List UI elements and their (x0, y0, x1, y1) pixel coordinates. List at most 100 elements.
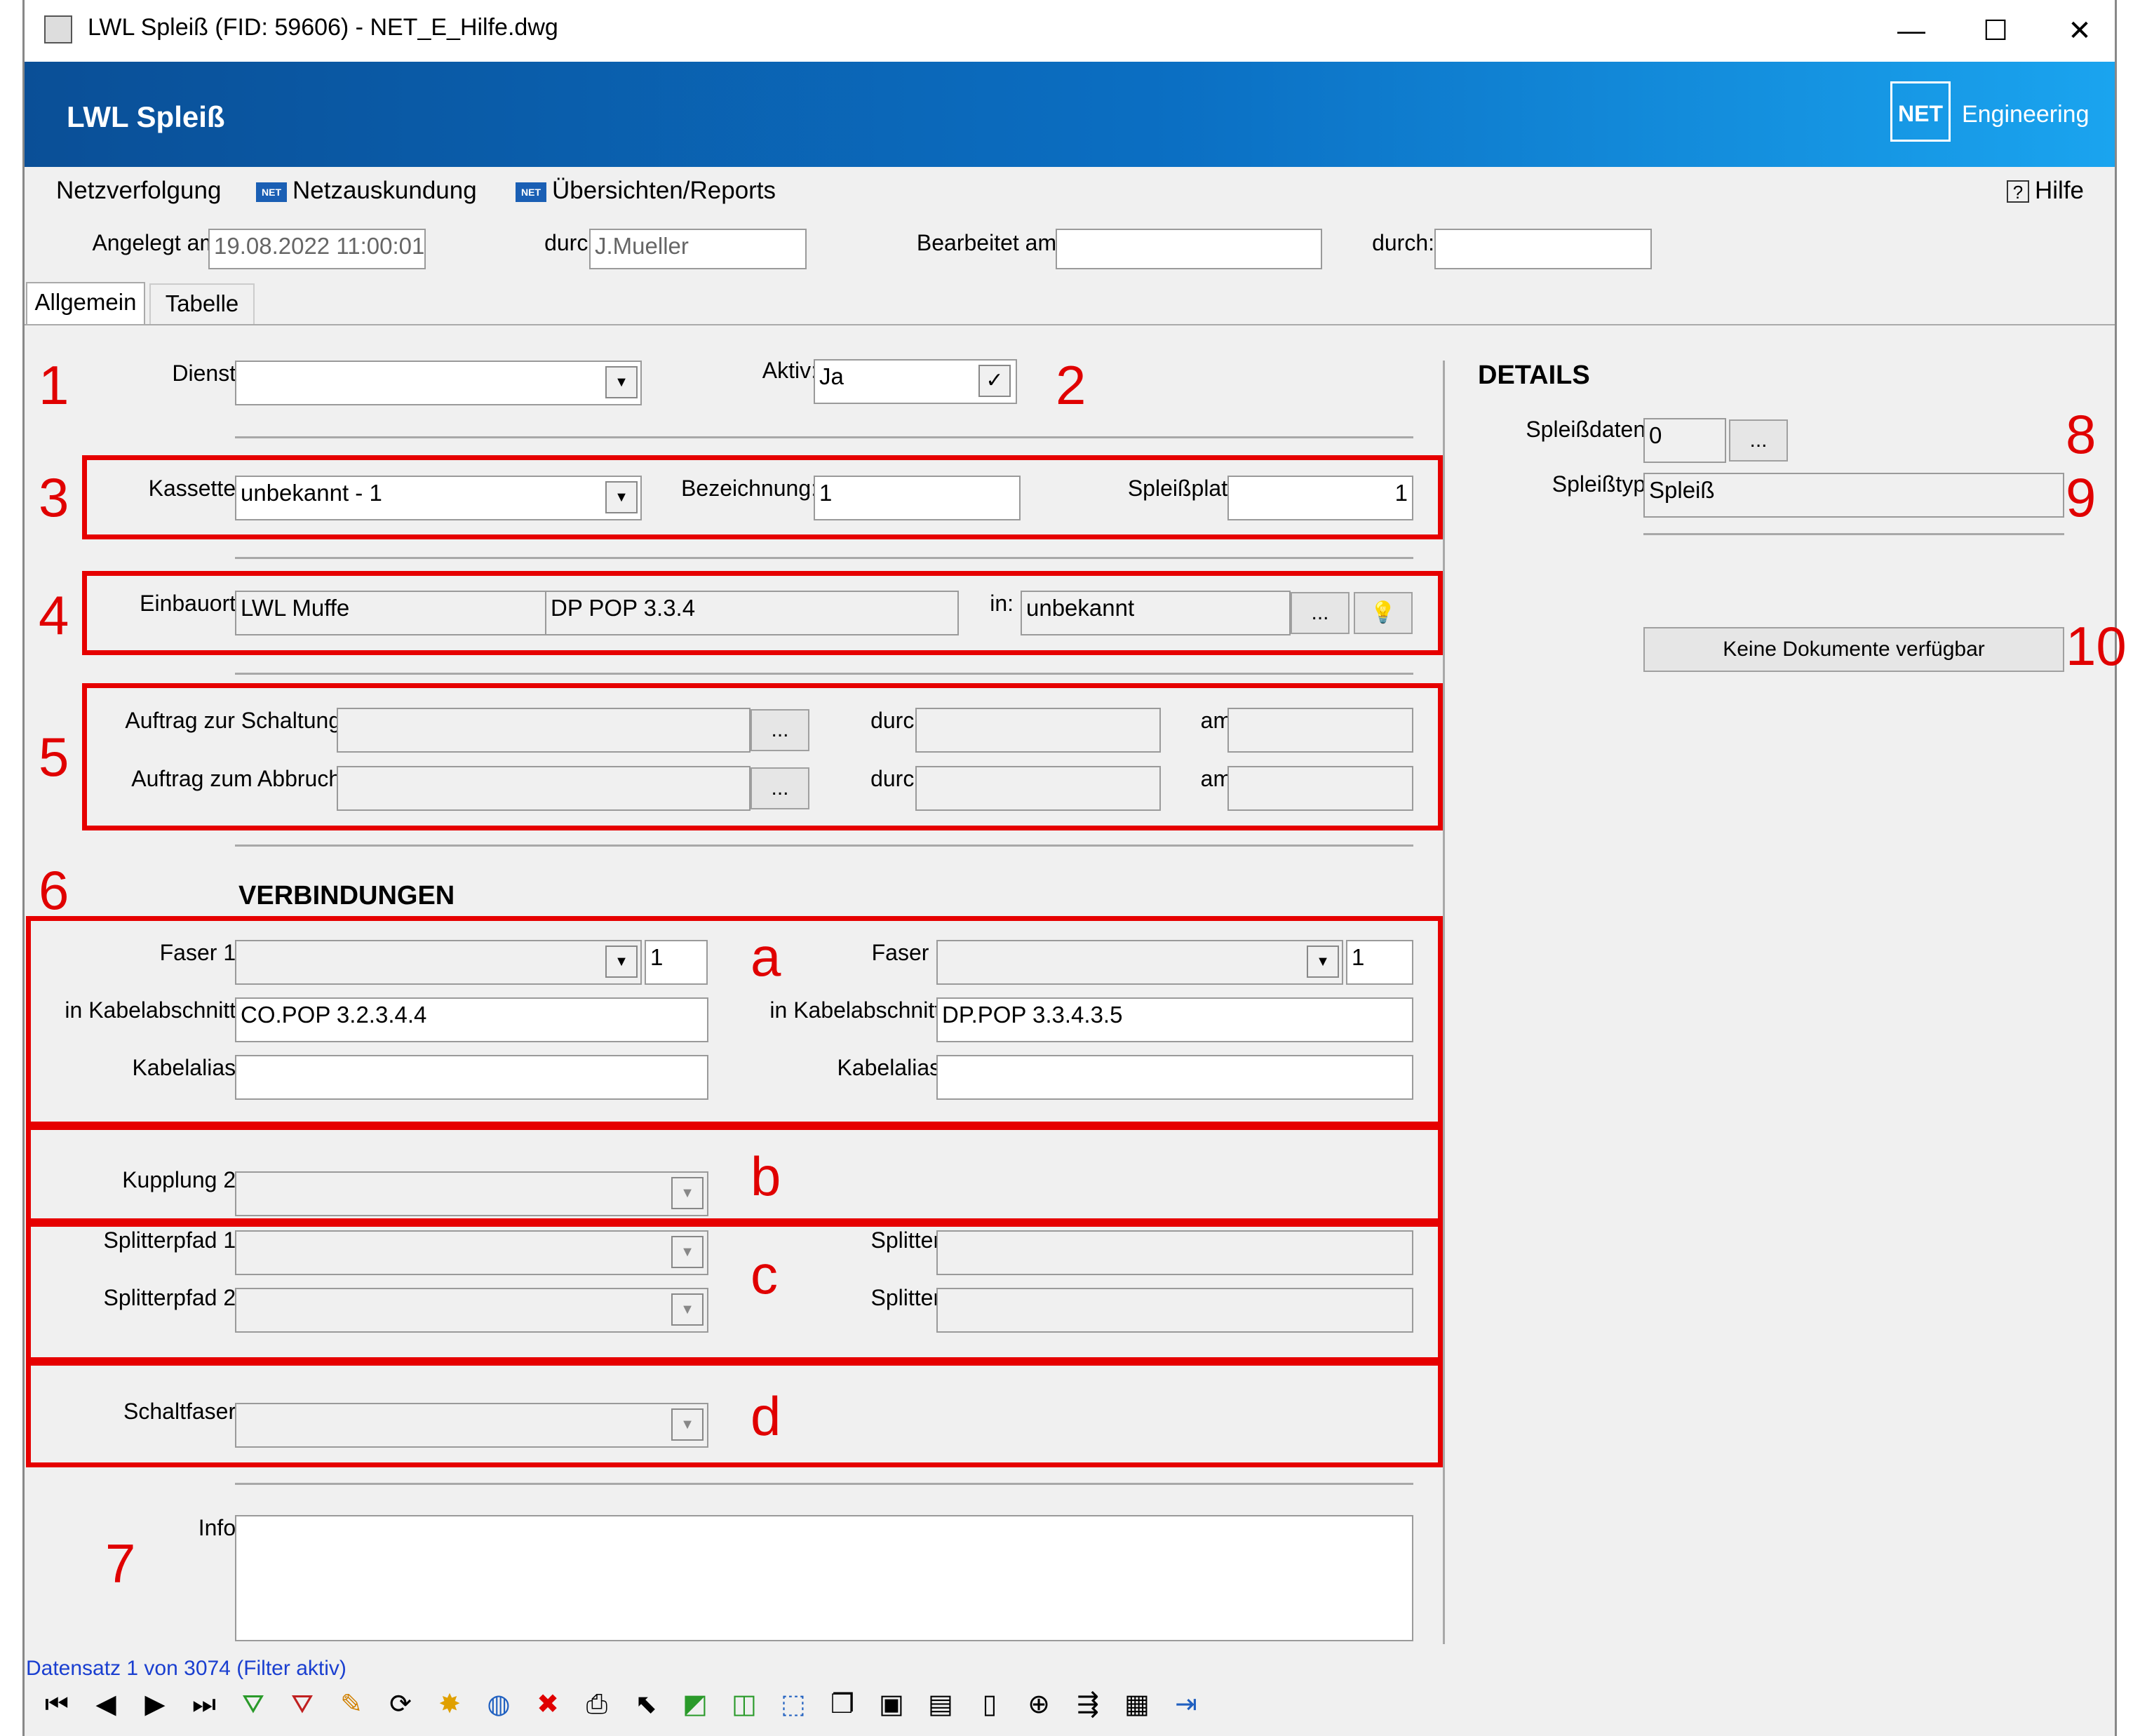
filter-remove-icon[interactable]: ⛛ (284, 1686, 321, 1723)
bezeichnung-field[interactable]: 1 (814, 476, 1021, 520)
details-heading: DETAILS (1478, 361, 1590, 390)
kabelabschnitt1-field[interactable]: CO.POP 3.2.3.4.4 (235, 997, 708, 1042)
tab-tabelle[interactable]: Tabelle (149, 283, 255, 324)
annotation-d: d (751, 1385, 781, 1447)
last-record-icon[interactable]: ⏭ (186, 1686, 222, 1723)
in-field[interactable]: unbekannt (1021, 591, 1291, 635)
spleisstyp-field[interactable]: Spleiß (1643, 473, 2064, 518)
by2-field[interactable] (1434, 229, 1652, 269)
shape3-icon[interactable]: ⬚ (775, 1686, 812, 1723)
checkmark-icon[interactable]: ✓ (978, 365, 1011, 397)
next-record-icon[interactable]: ▶ (137, 1686, 173, 1723)
spleissplatz-field[interactable]: 1 (1227, 476, 1413, 520)
kupplung-dropdown[interactable] (235, 1171, 708, 1216)
menu-uebersichten[interactable]: NET Übersichten/Reports (516, 177, 776, 205)
dienst-dropdown[interactable] (235, 361, 642, 405)
auftrag-schaltung-am-field[interactable] (1227, 708, 1413, 753)
auftrag-schaltung-field[interactable] (337, 708, 751, 753)
faser1-dropdown[interactable] (235, 940, 642, 985)
browse-button[interactable]: ... (1729, 419, 1788, 462)
browse-button[interactable]: ... (751, 767, 809, 809)
select-icon[interactable]: ⬉ (628, 1686, 664, 1723)
schaltfaser-dropdown[interactable] (235, 1403, 708, 1448)
chevron-down-icon[interactable]: ▼ (671, 1293, 704, 1326)
auftrag-schaltung-durch-field[interactable] (915, 708, 1161, 753)
help-menu[interactable]: ? Hilfe (2007, 177, 2084, 205)
edit-icon[interactable]: ✎ (333, 1686, 370, 1723)
tab-allgemein[interactable]: Allgemein (26, 282, 145, 325)
page-icon[interactable]: ▯ (971, 1686, 1008, 1723)
report-icon[interactable]: ▤ (922, 1686, 959, 1723)
shape2-icon[interactable]: ◫ (726, 1686, 762, 1723)
auftrag-abbruch-durch-field[interactable] (915, 766, 1161, 811)
help-icon: ? (2007, 180, 2029, 203)
menu-netzverfolgung[interactable]: Netzverfolgung (56, 177, 221, 205)
chevron-down-icon[interactable]: ▼ (671, 1177, 704, 1209)
menu-netzauskundung[interactable]: NET Netzauskundung (256, 177, 477, 205)
exit-icon[interactable]: ⇥ (1168, 1686, 1204, 1723)
auftrag-abbruch-field[interactable] (337, 766, 751, 811)
maximize-button[interactable]: ☐ (1953, 7, 2038, 55)
auftrag-abbruch-label: Auftrag zum Abbruch: (131, 766, 347, 791)
created-label: Angelegt am: (92, 230, 224, 255)
einbauort-field-1[interactable]: LWL Muffe (235, 591, 547, 635)
print-icon[interactable]: ⎙ (579, 1686, 615, 1723)
splitter1-label: Splitter: (870, 1227, 947, 1253)
move-icon[interactable]: ⇶ (1070, 1686, 1106, 1723)
created-field[interactable]: 19.08.2022 11:00:01 (208, 229, 426, 269)
faser2-number[interactable]: 1 (1346, 940, 1413, 985)
splitter2-field[interactable] (936, 1288, 1413, 1333)
close-button[interactable]: ✕ (2038, 7, 2122, 55)
kassette-label: Kassette: (148, 476, 242, 501)
zoom-icon[interactable]: ⊕ (1021, 1686, 1057, 1723)
faser2-dropdown[interactable] (936, 940, 1343, 985)
first-record-icon[interactable]: ⏮ (39, 1686, 75, 1723)
splitter1-field[interactable] (936, 1230, 1413, 1275)
shape1-icon[interactable]: ◩ (677, 1686, 713, 1723)
info-textarea[interactable] (235, 1515, 1413, 1641)
chevron-down-icon[interactable]: ▼ (605, 366, 638, 398)
lightbulb-icon[interactable]: 💡 (1354, 592, 1413, 634)
minimize-button[interactable]: — (1869, 7, 1953, 55)
chevron-down-icon[interactable]: ▼ (605, 481, 638, 513)
chevron-down-icon[interactable]: ▼ (605, 946, 638, 978)
kabelalias1-field[interactable] (235, 1055, 708, 1100)
filter-add-icon[interactable]: ⛛ (235, 1686, 271, 1723)
einbauort-label: Einbauort: (140, 591, 242, 616)
copy-icon[interactable]: ❐ (824, 1686, 861, 1723)
spleissdaten-field[interactable]: 0 (1643, 418, 1726, 463)
annotation-1: 1 (39, 354, 69, 416)
chevron-down-icon[interactable]: ▼ (671, 1408, 704, 1441)
new-record-icon[interactable]: ▣ (873, 1686, 910, 1723)
kabelabschnitt2-field[interactable]: DP.POP 3.3.4.3.5 (936, 997, 1413, 1042)
kassette-dropdown[interactable]: unbekannt - 1 (235, 476, 642, 520)
in-label: in: (990, 591, 1014, 616)
auftrag-abbruch-am-field[interactable] (1227, 766, 1413, 811)
einbauort-field-2[interactable]: DP POP 3.3.4 (545, 591, 959, 635)
documents-button[interactable]: Keine Dokumente verfügbar (1643, 627, 2064, 672)
by-field[interactable]: J.Mueller (589, 229, 807, 269)
kabelalias2-field[interactable] (936, 1055, 1413, 1100)
refresh-icon[interactable]: ⟳ (382, 1686, 419, 1723)
faser1-number[interactable]: 1 (645, 940, 708, 985)
globe-icon[interactable]: ◍ (480, 1686, 517, 1723)
splitterpfad2-dropdown[interactable] (235, 1288, 708, 1333)
annotation-7: 7 (105, 1533, 136, 1594)
splitterpfad1-dropdown[interactable] (235, 1230, 708, 1275)
separator (1643, 533, 2064, 535)
title-bar: LWL Spleiß (FID: 59606) - NET_E_Hilfe.dw… (25, 0, 2115, 62)
browse-button[interactable]: ... (1291, 592, 1350, 634)
prev-record-icon[interactable]: ◀ (88, 1686, 124, 1723)
table-icon[interactable]: ▦ (1119, 1686, 1155, 1723)
spleissplatz-label: Spleißplatz: (1127, 476, 1245, 501)
new-icon[interactable]: ✸ (431, 1686, 468, 1723)
edited-field[interactable] (1056, 229, 1322, 269)
net-logo: NET (1890, 81, 1951, 142)
browse-button[interactable]: ... (751, 709, 809, 751)
separator (235, 673, 1413, 675)
chevron-down-icon[interactable]: ▼ (1307, 946, 1339, 978)
tab-panel: 1 Dienst: ▼ Aktiv: Ja ✓ 2 3 Kassette: un… (25, 324, 2127, 1650)
chevron-down-icon[interactable]: ▼ (671, 1236, 704, 1268)
delete-icon[interactable]: ✖ (530, 1686, 566, 1723)
auftrag-schaltung-label: Auftrag zur Schaltung: (125, 708, 347, 733)
